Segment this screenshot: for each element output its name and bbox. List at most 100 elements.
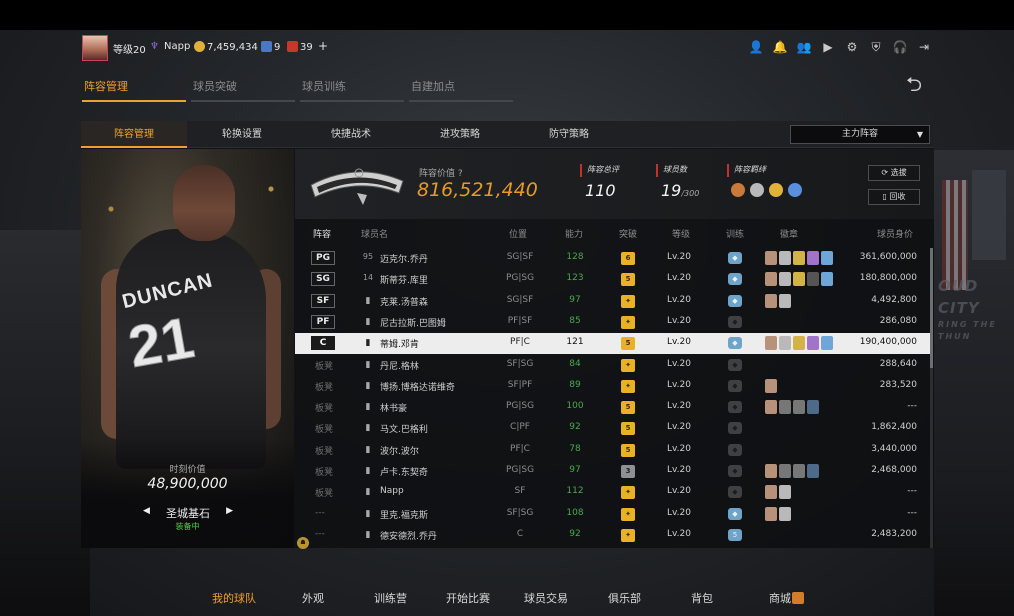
table-row[interactable]: PF ▮ 尼古拉斯.巴图姆 PF|SF 85 ✦ Lv.20 ◆ 286,080 — [295, 312, 931, 333]
player-name[interactable]: 克莱.汤普森 — [380, 295, 428, 308]
col-lineup[interactable]: 阵容 — [313, 227, 331, 240]
player-name[interactable]: 林书豪 — [380, 401, 407, 414]
breakthrough-badge[interactable]: 5 — [621, 401, 635, 415]
badge-list[interactable] — [765, 336, 833, 351]
breakthrough-badge[interactable]: 5 — [621, 422, 635, 436]
add-currency-button[interactable]: + — [318, 39, 328, 53]
breakthrough-badge[interactable]: ✦ — [621, 528, 635, 542]
nav-training-camp[interactable]: 训练营 — [374, 590, 407, 606]
training-icon[interactable]: ◆ — [728, 315, 742, 328]
training-icon[interactable]: ◆ — [728, 358, 742, 371]
tab-lineup-management[interactable]: 阵容管理 — [82, 78, 186, 102]
notification-icon[interactable]: 🔔 — [772, 39, 788, 55]
badge-list[interactable] — [765, 293, 791, 309]
breakthrough-badge[interactable]: ✦ — [621, 379, 635, 393]
next-arrow-icon[interactable]: ▶ — [226, 506, 233, 516]
nav-backpack[interactable]: 背包 — [691, 590, 713, 606]
table-row[interactable]: 板凳 ▮ Napp SF 112 ✦ Lv.20 ◆ --- — [295, 482, 931, 503]
bond-icon[interactable] — [750, 183, 764, 197]
shield-icon[interactable]: ⛨ — [868, 39, 884, 55]
tab-custom-points[interactable]: 自建加点 — [409, 78, 513, 102]
col-name[interactable]: 球员名 — [361, 227, 388, 240]
stars-counter[interactable]: 9 — [261, 41, 280, 53]
player-name[interactable]: 马文.巴格利 — [380, 422, 428, 435]
badge-list[interactable] — [765, 400, 819, 415]
training-icon[interactable]: ◆ — [728, 337, 742, 350]
help-icon[interactable]: ? — [458, 169, 463, 179]
nav-shop[interactable]: 商城 — [769, 590, 804, 606]
training-icon[interactable]: 5 — [728, 528, 742, 541]
player-name[interactable]: 斯蒂芬.库里 — [380, 273, 428, 286]
col-badges[interactable]: 徽章 — [780, 227, 798, 240]
table-row[interactable]: PG 95 迈克尔.乔丹 SG|SF 128 6 Lv.20 ◆ 361,600,000 — [295, 248, 931, 269]
training-icon[interactable]: ◆ — [728, 401, 742, 414]
player-name[interactable]: 波尔.波尔 — [380, 444, 419, 457]
breakthrough-badge[interactable]: 6 — [621, 252, 635, 265]
player-card[interactable]: DUNCAN 21 时刻价值 48,900,000 ◀ 圣城基石 ▶ 装备中 — [81, 149, 294, 548]
headset-icon[interactable]: 🎧 — [892, 39, 908, 55]
nav-player-trade[interactable]: 球员交易 — [524, 590, 568, 606]
tokens-counter[interactable]: 39 — [287, 41, 313, 53]
friends-icon[interactable]: 👥 — [796, 39, 812, 55]
subtab-lineup[interactable]: 阵容管理 — [81, 121, 187, 148]
player-name[interactable]: 丹尼.格林 — [380, 359, 419, 372]
player-name[interactable]: 博扬.博格达诺维奇 — [380, 380, 455, 393]
breakthrough-badge[interactable]: ✦ — [621, 315, 635, 329]
badge-list[interactable] — [765, 272, 833, 287]
player-name[interactable]: 里克.福克斯 — [380, 508, 428, 521]
breakthrough-badge[interactable]: ✦ — [621, 507, 635, 521]
nav-start-game[interactable]: 开始比赛 — [446, 590, 490, 606]
scrollbar-thumb[interactable] — [930, 248, 933, 368]
training-icon[interactable]: ◆ — [728, 465, 742, 477]
table-row[interactable]: 板凳 ▮ 丹尼.格林 SF|SG 84 ✦ Lv.20 ◆ 288,640 — [295, 355, 931, 376]
video-icon[interactable]: ▶ — [820, 39, 836, 55]
avatar[interactable] — [82, 35, 108, 61]
col-level[interactable]: 等级 — [672, 227, 690, 240]
table-row[interactable]: 板凳 ▮ 马文.巴格利 C|PF 92 5 Lv.20 ◆ 1,862,400 — [295, 418, 931, 439]
badge-list[interactable] — [765, 506, 791, 522]
subtab-defense[interactable]: 防守策略 — [516, 121, 622, 148]
training-icon[interactable]: ◆ — [728, 252, 742, 264]
settings-icon[interactable]: ⚙ — [844, 39, 860, 55]
breakthrough-badge[interactable]: 5 — [621, 273, 635, 287]
training-icon[interactable]: ◆ — [728, 486, 742, 499]
table-row[interactable]: SG 14 斯蒂芬.库里 PG|SG 123 5 Lv.20 ◆ 180,800,000 — [295, 269, 931, 290]
col-salary[interactable]: 球员身价 — [877, 227, 913, 240]
lineup-select[interactable]: 主力阵容 ▼ — [790, 125, 930, 144]
col-breakthrough[interactable]: 突破 — [619, 227, 637, 240]
badge-list[interactable] — [765, 464, 819, 479]
nav-club[interactable]: 俱乐部 — [608, 590, 641, 606]
table-row[interactable]: 板凳 ▮ 博扬.博格达诺维奇 SF|PF 89 ✦ Lv.20 ◆ 283,520 — [295, 376, 931, 397]
training-icon[interactable]: ◆ — [728, 443, 742, 456]
coins-counter[interactable]: 7,459,434 — [194, 41, 258, 53]
player-name[interactable]: Napp — [380, 486, 404, 496]
breakthrough-badge[interactable]: 5 — [621, 337, 635, 351]
exit-icon[interactable]: ⇥ — [916, 39, 932, 55]
player-name[interactable]: 德安德烈.乔丹 — [380, 529, 437, 542]
tab-player-breakthrough[interactable]: 球员突破 — [191, 78, 295, 102]
prev-arrow-icon[interactable]: ◀ — [143, 506, 150, 516]
bond-icon[interactable] — [769, 183, 783, 197]
table-row[interactable]: C ▮ 蒂姆.邓肯 PF|C 121 5 Lv.20 ◆ 190,400,000 — [295, 333, 931, 355]
subtab-rotation[interactable]: 轮换设置 — [189, 121, 295, 148]
breakthrough-badge[interactable]: ✦ — [621, 294, 635, 308]
player-name[interactable]: 卢卡.东契奇 — [380, 465, 428, 478]
recycle-button[interactable]: ▯ 回收 — [868, 189, 920, 205]
bond-icon[interactable] — [788, 183, 802, 197]
training-icon[interactable]: ◆ — [728, 507, 742, 520]
table-row[interactable]: 板凳 ▮ 卢卡.东契奇 PG|SG 97 3 Lv.20 ◆ 2,468,000 — [295, 461, 931, 482]
nav-appearance[interactable]: 外观 — [302, 590, 324, 606]
player-name[interactable]: 尼古拉斯.巴图姆 — [380, 316, 446, 329]
table-row[interactable]: --- ▮ 里克.福克斯 SF|SG 108 ✦ Lv.20 ◆ --- — [295, 504, 931, 525]
back-arrow-icon[interactable]: ⮌ — [906, 74, 934, 94]
badge-list[interactable] — [765, 485, 791, 500]
player-name[interactable]: 蒂姆.邓肯 — [380, 337, 419, 350]
breakthrough-badge[interactable]: ✦ — [621, 486, 635, 500]
training-icon[interactable]: ◆ — [728, 379, 742, 392]
col-rating[interactable]: 能力 — [565, 227, 583, 240]
training-icon[interactable]: ◆ — [728, 422, 742, 435]
subtab-offense[interactable]: 进攻策略 — [407, 121, 513, 148]
nav-my-team[interactable]: 我的球队 — [212, 590, 256, 606]
breakthrough-badge[interactable]: 5 — [621, 443, 635, 457]
table-row[interactable]: --- ▮ 德安德烈.乔丹 C 92 ✦ Lv.20 5 2,483,200 — [295, 525, 931, 546]
